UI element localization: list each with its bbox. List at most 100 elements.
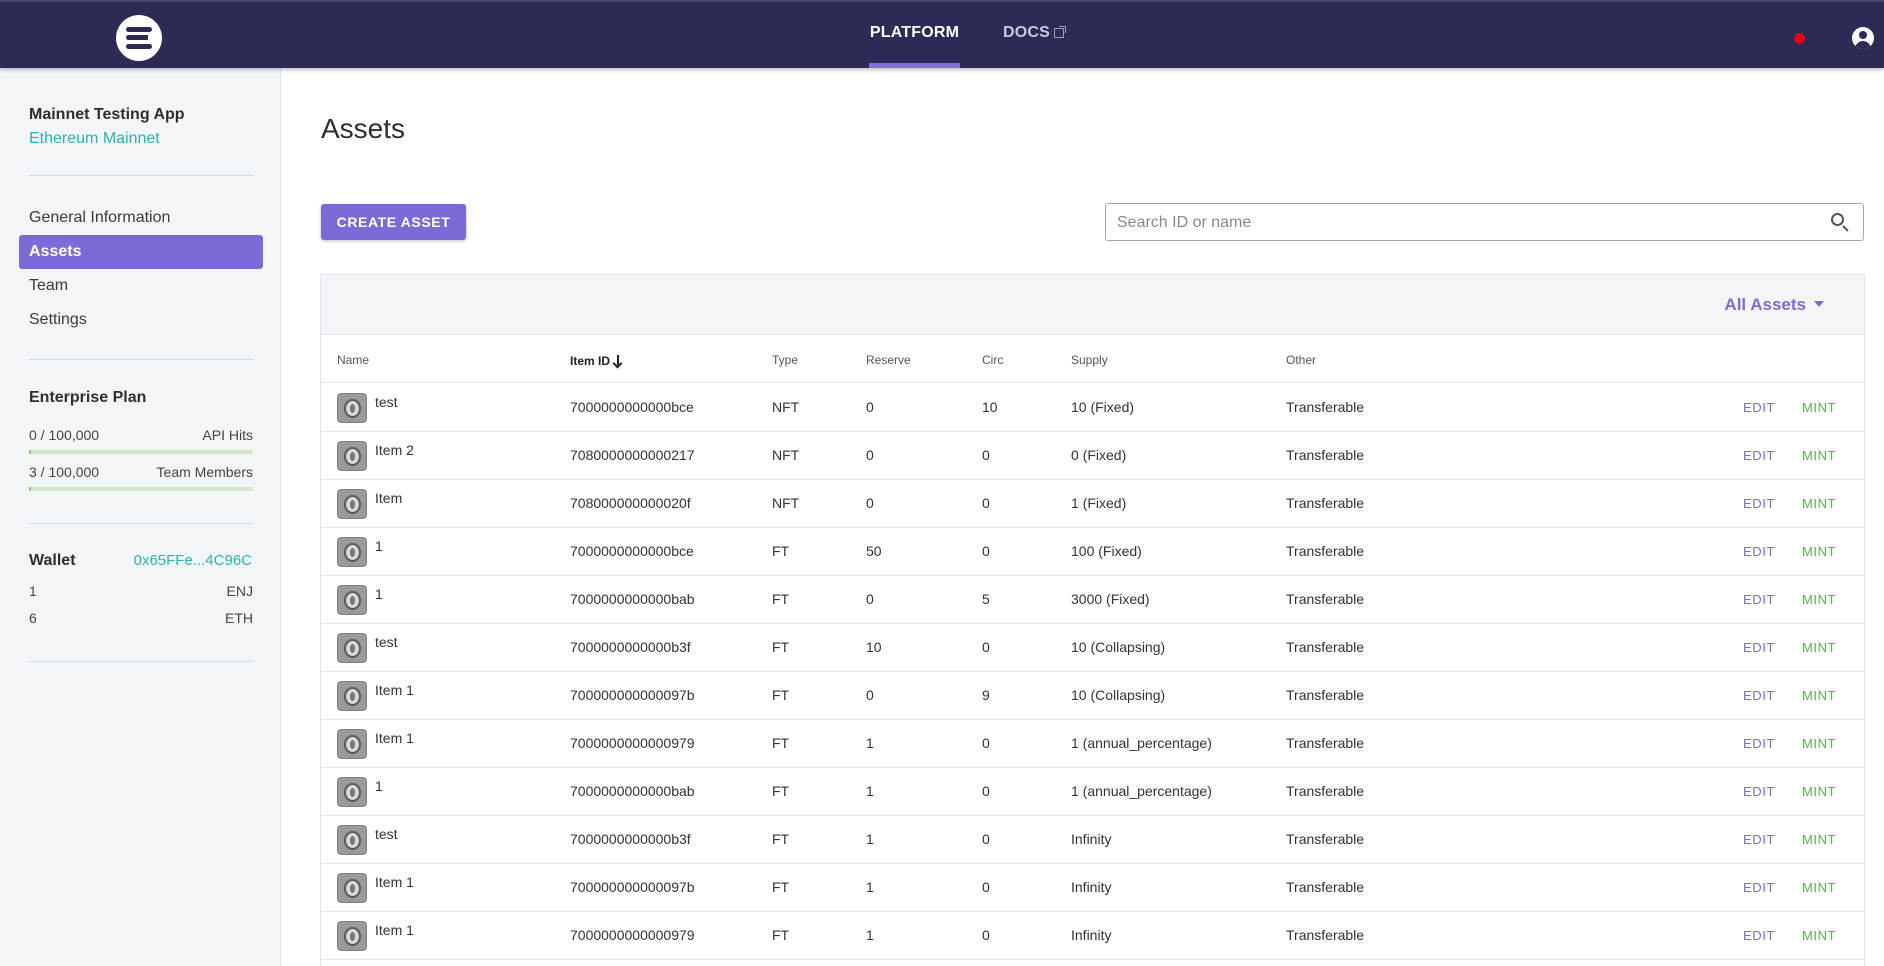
table-row[interactable]: Item 708000000000020f NFT 0 0 1 (Fixed) Transf… [321, 480, 1864, 528]
cell-item-id: 7000000000000b3f [570, 831, 691, 847]
column-header-supply[interactable]: Supply [1071, 353, 1108, 367]
search-input[interactable]: Search ID or name [1105, 203, 1864, 241]
column-header-item-id[interactable]: Item ID [570, 353, 623, 369]
balance-enj: 1 ENJ [29, 583, 253, 599]
mint-button[interactable]: MINT [1802, 832, 1836, 847]
cell-item-id: 7000000000000bab [570, 783, 695, 799]
cell-type: NFT [772, 447, 800, 463]
account-icon[interactable] [1852, 27, 1874, 49]
mint-button[interactable]: MINT [1802, 688, 1836, 703]
column-header-name[interactable]: Name [337, 353, 369, 367]
top-navbar: PLATFORM DOCS [0, 0, 1884, 68]
sidebar-divider [29, 359, 253, 360]
cell-supply: 1 (annual_percentage) [1071, 783, 1212, 799]
table-row[interactable]: Item 1 700000000000097b FT 0 9 10 (Collapsing… [321, 672, 1864, 720]
mint-button[interactable]: MINT [1802, 880, 1836, 895]
mint-button[interactable]: MINT [1802, 928, 1836, 943]
mint-button[interactable]: MINT [1802, 592, 1836, 607]
cell-item-id: 7000000000000bab [570, 591, 695, 607]
cell-reserve: 1 [866, 783, 874, 799]
table-row[interactable]: test 7000000000000bce NFT 0 10 10 (Fixed) Tran… [321, 384, 1864, 432]
enjin-logo-icon[interactable] [116, 15, 162, 61]
sort-down-arrow-icon [612, 355, 623, 369]
cell-name: Item 1 [375, 730, 414, 746]
sidebar-item-assets[interactable]: Assets [19, 235, 263, 269]
edit-button[interactable]: EDIT [1743, 880, 1775, 895]
cell-circ: 0 [982, 447, 990, 463]
edit-button[interactable]: EDIT [1743, 496, 1775, 511]
column-header-other[interactable]: Other [1286, 353, 1316, 367]
table-row[interactable]: 1 7000000000000bce FT 50 0 100 (Fixed) Transfe… [321, 528, 1864, 576]
cell-circ: 0 [982, 735, 990, 751]
cell-supply: Infinity [1071, 831, 1112, 847]
balance-amount: 6 [29, 610, 37, 626]
api-hits-usage: 0 / 100,000 API Hits [29, 427, 253, 443]
cell-other: Transferable [1286, 399, 1365, 415]
table-row[interactable]: test 7000000000000b3f FT 10 0 10 (Collapsing)… [321, 624, 1864, 672]
table-row[interactable]: Item 2 7080000000000217 NFT 0 0 0 (Fixed) Tran… [321, 432, 1864, 480]
tab-platform[interactable]: PLATFORM [869, 2, 960, 68]
cell-reserve: 1 [866, 927, 874, 943]
table-row[interactable]: test 7000000000000b3f FT 1 0 Infinity Transfer… [321, 816, 1864, 864]
column-header-type[interactable]: Type [772, 353, 798, 367]
notification-dot[interactable] [1794, 33, 1805, 44]
cell-circ: 10 [982, 399, 998, 415]
edit-button[interactable]: EDIT [1743, 784, 1775, 799]
mint-button[interactable]: MINT [1802, 496, 1836, 511]
column-header-item-id-label: Item ID [570, 354, 611, 368]
wallet-address-link[interactable]: 0x65FFe...4C96C [134, 552, 252, 569]
tab-docs-label: DOCS [1003, 24, 1051, 41]
column-header-circ[interactable]: Circ [982, 353, 1003, 367]
table-row[interactable]: 1 7000000000000bab FT 1 0 1 (annual_percentag… [321, 768, 1864, 816]
mint-button[interactable]: MINT [1802, 640, 1836, 655]
cell-item-id: 7000000000000979 [570, 735, 695, 751]
edit-button[interactable]: EDIT [1743, 688, 1775, 703]
cell-reserve: 1 [866, 831, 874, 847]
cell-reserve: 50 [866, 543, 882, 559]
table-header: Name Item ID Type Reserve Circ Supply Ot… [321, 336, 1864, 383]
edit-button[interactable]: EDIT [1743, 448, 1775, 463]
edit-button[interactable]: EDIT [1743, 400, 1775, 415]
api-hits-label: API Hits [202, 427, 253, 443]
asset-thumbnail-icon [337, 777, 367, 807]
page-title: Assets [321, 113, 406, 144]
sidebar-item-team[interactable]: Team [19, 269, 263, 303]
table-row[interactable]: Item 1 7000000000000979 FT 1 0 Infinity Transf… [321, 912, 1864, 960]
mint-button[interactable]: MINT [1802, 448, 1836, 463]
cell-type: FT [772, 879, 790, 895]
cell-reserve: 1 [866, 879, 874, 895]
assets-table: All Assets Name Item ID Type Reserve Cir… [320, 274, 1865, 966]
asset-filter-dropdown[interactable]: All Assets [1724, 295, 1824, 315]
edit-button[interactable]: EDIT [1743, 736, 1775, 751]
cell-type: FT [772, 639, 790, 655]
table-row[interactable]: Item 1 700000000000097b FT 1 0 Infinity Transf… [321, 864, 1864, 912]
tab-docs[interactable]: DOCS [1003, 2, 1067, 68]
sidebar-item-general-information[interactable]: General Information [19, 201, 263, 235]
cell-other: Transferable [1286, 879, 1365, 895]
create-asset-button[interactable]: CREATE ASSET [321, 204, 466, 240]
edit-button[interactable]: EDIT [1743, 928, 1775, 943]
search-icon[interactable] [1831, 213, 1849, 232]
mint-button[interactable]: MINT [1802, 736, 1836, 751]
column-header-reserve[interactable]: Reserve [866, 353, 911, 367]
cell-circ: 0 [982, 927, 990, 943]
edit-button[interactable]: EDIT [1743, 592, 1775, 607]
table-row[interactable]: Item 1 7000000000000979 FT 1 0 1 (annual_perc… [321, 720, 1864, 768]
cell-item-id: 7080000000000217 [570, 447, 695, 463]
edit-button[interactable]: EDIT [1743, 544, 1775, 559]
sidebar-item-settings[interactable]: Settings [19, 303, 263, 337]
mint-button[interactable]: MINT [1802, 544, 1836, 559]
edit-button[interactable]: EDIT [1743, 832, 1775, 847]
table-row[interactable]: 1 7000000000000bab FT 0 5 3000 (Fixed) Transfe… [321, 576, 1864, 624]
mint-button[interactable]: MINT [1802, 400, 1836, 415]
caret-down-icon [1814, 301, 1824, 307]
wallet-label: Wallet [29, 552, 76, 569]
cell-name: 1 [375, 586, 383, 602]
edit-button[interactable]: EDIT [1743, 640, 1775, 655]
cell-other: Transferable [1286, 447, 1365, 463]
cell-supply: 1 (annual_percentage) [1071, 735, 1212, 751]
cell-other: Transferable [1286, 639, 1365, 655]
mint-button[interactable]: MINT [1802, 784, 1836, 799]
cell-supply: 3000 (Fixed) [1071, 591, 1150, 607]
cell-item-id: 7000000000000b3f [570, 639, 691, 655]
